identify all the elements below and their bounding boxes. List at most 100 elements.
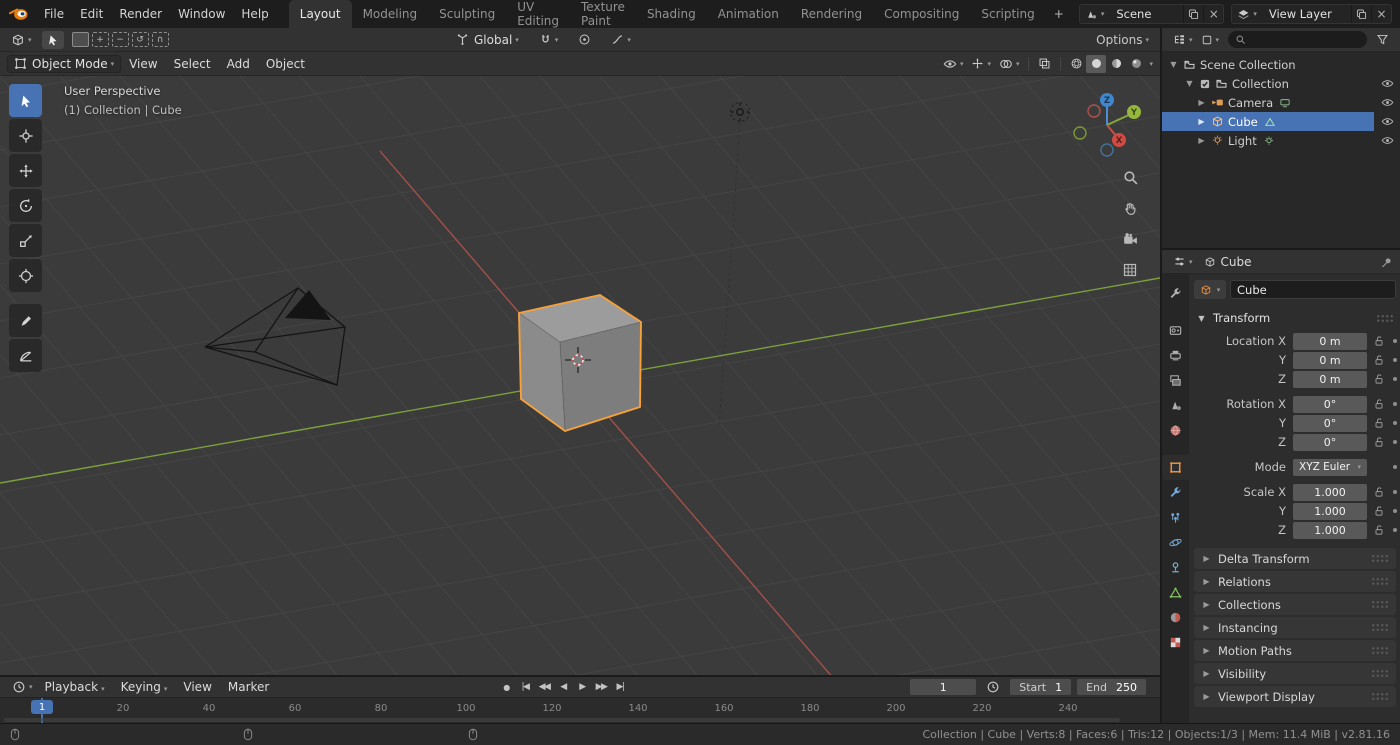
workspace-tab-layout[interactable]: Layout xyxy=(289,0,352,28)
lock-icon[interactable] xyxy=(1371,354,1386,366)
rotation-z-field[interactable]: 0° xyxy=(1293,434,1367,451)
section-motion-paths[interactable]: ▶Motion Paths xyxy=(1194,640,1396,661)
shading-wireframe-button[interactable] xyxy=(1066,55,1086,73)
zoom-button[interactable] xyxy=(1118,166,1142,188)
panel-grip[interactable] xyxy=(1371,577,1389,586)
axis-x-negative[interactable] xyxy=(1088,105,1100,117)
tab-render[interactable] xyxy=(1162,318,1189,343)
axis-y-negative[interactable] xyxy=(1074,127,1086,139)
mode-dropdown[interactable]: Object Mode ▾ xyxy=(7,55,121,73)
cube-object[interactable] xyxy=(519,295,641,431)
menu-view[interactable]: View xyxy=(121,54,165,74)
camera-view-button[interactable] xyxy=(1118,228,1142,250)
play-reverse-button[interactable]: ◀ xyxy=(555,679,571,695)
animate-dot[interactable] xyxy=(1393,402,1397,406)
workspace-tab-scripting[interactable]: Scripting xyxy=(970,0,1045,28)
panel-grip[interactable] xyxy=(1371,669,1389,678)
tab-physics[interactable] xyxy=(1162,530,1189,555)
current-frame-field[interactable]: 1 xyxy=(910,679,976,695)
workspace-tab-compositing[interactable]: Compositing xyxy=(873,0,970,28)
jump-to-start-button[interactable]: |◀ xyxy=(517,679,533,695)
animate-dot[interactable] xyxy=(1393,465,1397,469)
frame-end-field[interactable]: End250 xyxy=(1077,679,1146,695)
disclosure-icon[interactable]: ▼ xyxy=(1184,79,1195,88)
tab-modifiers[interactable] xyxy=(1162,480,1189,505)
location-y-field[interactable]: 0 m xyxy=(1293,352,1367,369)
lock-icon[interactable] xyxy=(1371,373,1386,385)
prev-keyframe-button[interactable]: ◀◀ xyxy=(536,679,552,695)
tab-view-layer[interactable] xyxy=(1162,368,1189,393)
transform-orientation-dropdown[interactable]: Global ▾ xyxy=(452,31,523,49)
checkbox-checked-icon[interactable] xyxy=(1199,78,1211,90)
navigation-gizmo[interactable]: Z Y X xyxy=(1072,90,1142,160)
timeline-editor-type-button[interactable]: ▾ xyxy=(8,678,37,696)
tab-tool[interactable] xyxy=(1162,281,1189,306)
object-browse-button[interactable]: ▾ xyxy=(1194,280,1226,299)
hide-toggle[interactable] xyxy=(1374,96,1400,109)
camera-object[interactable] xyxy=(205,288,345,385)
menu-select[interactable]: Select xyxy=(166,54,219,74)
timeline-ruler[interactable]: 1 20 40 60 80 100 120 140 160 180 200 22… xyxy=(0,697,1160,723)
pan-button[interactable] xyxy=(1118,197,1142,219)
snap-dropdown[interactable]: ▾ xyxy=(535,31,563,48)
tab-constraints[interactable] xyxy=(1162,555,1189,580)
outliner-row-cube[interactable]: ▶ Cube xyxy=(1162,112,1400,131)
tab-particles[interactable] xyxy=(1162,505,1189,530)
location-x-field[interactable]: 0 m xyxy=(1293,333,1367,350)
menu-edit[interactable]: Edit xyxy=(72,3,111,25)
new-view-layer-button[interactable] xyxy=(1351,5,1371,23)
rotate-tool-button[interactable] xyxy=(9,189,42,222)
active-tool-button[interactable] xyxy=(42,31,64,49)
disclosure-icon[interactable]: ▶ xyxy=(1196,136,1207,145)
shading-solid-button[interactable] xyxy=(1086,55,1106,73)
menu-playback[interactable]: Playback▾ xyxy=(37,677,113,697)
lock-icon[interactable] xyxy=(1371,486,1386,498)
menu-timeline-view[interactable]: View xyxy=(175,677,219,697)
light-object[interactable] xyxy=(731,103,750,122)
measure-tool-button[interactable] xyxy=(9,339,42,372)
play-button[interactable]: ▶ xyxy=(574,679,590,695)
shading-rendered-button[interactable] xyxy=(1126,55,1146,73)
panel-grip[interactable] xyxy=(1371,623,1389,632)
tab-material[interactable] xyxy=(1162,605,1189,630)
workspace-tab-texture-paint[interactable]: Texture Paint xyxy=(570,0,636,28)
menu-render[interactable]: Render xyxy=(111,3,170,25)
menu-window[interactable]: Window xyxy=(170,3,233,25)
scene-name[interactable]: Scene xyxy=(1109,7,1183,21)
animate-dot[interactable] xyxy=(1393,421,1397,425)
overlays-dropdown[interactable]: ▾ xyxy=(995,55,1024,73)
select-mode-subtract-button[interactable]: − xyxy=(112,32,129,47)
tab-world[interactable] xyxy=(1162,418,1189,443)
scale-x-field[interactable]: 1.000 xyxy=(1293,484,1367,501)
rotation-mode-dropdown[interactable]: XYZ Euler ▾ xyxy=(1293,459,1367,476)
rotation-y-field[interactable]: 0° xyxy=(1293,415,1367,432)
lock-icon[interactable] xyxy=(1371,398,1386,410)
view-layer-name[interactable]: View Layer xyxy=(1262,7,1351,21)
panel-grip[interactable] xyxy=(1371,646,1389,655)
workspace-tab-animation[interactable]: Animation xyxy=(707,0,790,28)
section-delta-transform[interactable]: ▶Delta Transform xyxy=(1194,548,1396,569)
hide-toggle[interactable] xyxy=(1374,77,1400,90)
lock-icon[interactable] xyxy=(1371,505,1386,517)
animate-dot[interactable] xyxy=(1393,490,1397,494)
add-workspace-button[interactable]: + xyxy=(1046,0,1072,28)
section-relations[interactable]: ▶Relations xyxy=(1194,571,1396,592)
select-mode-set-button[interactable] xyxy=(72,32,89,47)
section-visibility[interactable]: ▶Visibility xyxy=(1194,663,1396,684)
pin-button[interactable] xyxy=(1380,255,1393,269)
blender-logo-icon[interactable] xyxy=(9,6,29,22)
transform-panel-header[interactable]: ▼ Transform xyxy=(1194,307,1396,329)
panel-grip[interactable] xyxy=(1371,554,1389,563)
outliner-row-camera[interactable]: ▶ Camera xyxy=(1162,93,1400,112)
location-z-field[interactable]: 0 m xyxy=(1293,371,1367,388)
workspace-tab-shading[interactable]: Shading xyxy=(636,0,707,28)
menu-object[interactable]: Object xyxy=(258,54,313,74)
object-visibility-dropdown[interactable]: ▾ xyxy=(939,55,968,73)
section-viewport-display[interactable]: ▶Viewport Display xyxy=(1194,686,1396,707)
proportional-falloff-dropdown[interactable]: ▾ xyxy=(607,31,635,48)
timeline-scrollbar[interactable] xyxy=(4,718,1120,722)
animate-dot[interactable] xyxy=(1393,339,1397,343)
lock-icon[interactable] xyxy=(1371,417,1386,429)
frame-start-field[interactable]: Start1 xyxy=(1010,679,1071,695)
scene-browse-button[interactable]: ▾ xyxy=(1080,5,1110,23)
